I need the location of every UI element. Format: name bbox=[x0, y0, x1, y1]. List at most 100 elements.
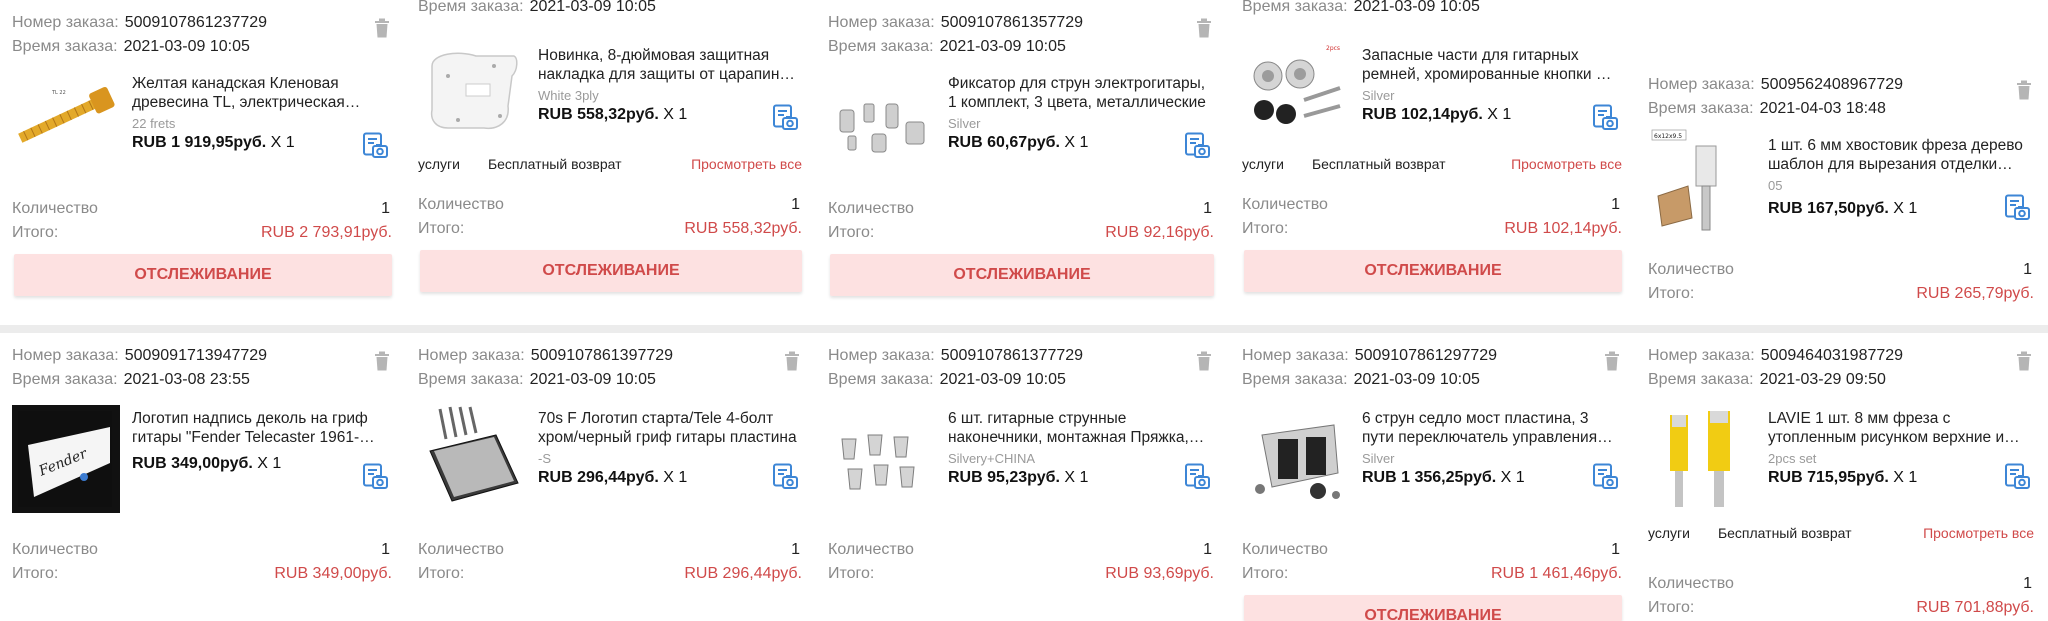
services-row: услуги Бесплатный возврат bbox=[1242, 156, 1446, 172]
order-number-value: 5009091713947729 bbox=[124, 347, 268, 364]
trash-icon[interactable] bbox=[1604, 351, 1620, 371]
quantity-value: 1 bbox=[2023, 575, 2032, 592]
product-variant: 22 frets bbox=[132, 116, 176, 131]
qty-multiplier: X 1 bbox=[1482, 106, 1512, 123]
order-time: Время заказа: 2021-04-03 18:48 bbox=[1648, 100, 1886, 118]
order-time-label: Время заказа: bbox=[12, 371, 118, 388]
qty-multiplier: X 1 bbox=[1888, 200, 1918, 217]
product-image[interactable] bbox=[418, 36, 526, 144]
total-label: Итого: bbox=[828, 565, 875, 582]
price-value: RUB 1 356,25руб. bbox=[1362, 469, 1497, 486]
invoice-icon[interactable] bbox=[2004, 194, 2030, 222]
trash-icon[interactable] bbox=[374, 351, 390, 371]
tracking-button[interactable]: ОТСЛЕЖИВАНИЕ bbox=[1244, 250, 1622, 292]
quantity-value: 1 bbox=[1203, 541, 1212, 558]
order-number-value: 5009464031987729 bbox=[1760, 347, 1904, 364]
services-row: услуги Бесплатный возврат bbox=[1648, 525, 1852, 541]
product-title[interactable]: 1 шт. 6 мм хвостовик фреза дерево шаблон… bbox=[1768, 136, 2030, 174]
invoice-icon[interactable] bbox=[362, 463, 388, 491]
free-return-label: Бесплатный возврат bbox=[1717, 525, 1852, 541]
order-number-value: 5009562408967729 bbox=[1760, 76, 1904, 93]
product-title[interactable]: Логотип надпись деколь на гриф гитары "F… bbox=[132, 409, 388, 447]
trash-icon[interactable] bbox=[374, 18, 390, 38]
invoice-icon[interactable] bbox=[1592, 104, 1618, 132]
trash-icon[interactable] bbox=[784, 351, 800, 371]
view-all-link[interactable]: Просмотреть все bbox=[691, 156, 802, 172]
services-label: услуги bbox=[1242, 156, 1284, 172]
order-time-value: 2021-03-09 10:05 bbox=[939, 371, 1066, 388]
invoice-icon[interactable] bbox=[1184, 132, 1210, 160]
order-number-label: Номер заказа: bbox=[12, 347, 119, 364]
total-value: RUB 1 461,46руб. bbox=[1490, 565, 1622, 582]
total-label: Итого: bbox=[418, 220, 465, 237]
trash-icon[interactable] bbox=[1196, 18, 1212, 38]
order-time-value: 2021-03-29 09:50 bbox=[1759, 371, 1886, 388]
product-variant: Silver bbox=[1362, 88, 1395, 103]
price-value: RUB 95,23руб. bbox=[948, 469, 1060, 486]
tracking-button[interactable]: ОТСЛЕЖИВАНИЕ bbox=[830, 254, 1214, 296]
product-image[interactable]: 6x12x9.5 bbox=[1648, 126, 1756, 234]
quantity-label: Количество bbox=[418, 541, 504, 558]
order-time-value: 2021-03-09 10:05 bbox=[529, 371, 656, 388]
total-label: Итого: bbox=[418, 565, 465, 582]
product-image[interactable] bbox=[418, 405, 526, 513]
order-number-label: Номер заказа: bbox=[1648, 347, 1755, 364]
product-title[interactable]: 6 струн седло мост пластина, 3 пути пере… bbox=[1362, 409, 1618, 447]
order-number-value: 5009107861377729 bbox=[940, 347, 1084, 364]
price-value: RUB 167,50руб. bbox=[1768, 200, 1889, 217]
product-image[interactable]: Fender bbox=[12, 405, 120, 513]
product-title[interactable]: 6 шт. гитарные струнные наконечники, мон… bbox=[948, 409, 1210, 447]
quantity-value: 1 bbox=[1611, 541, 1620, 558]
product-image[interactable] bbox=[1648, 405, 1756, 513]
quantity-label: Количество bbox=[418, 196, 504, 213]
product-image[interactable]: 2pcs bbox=[1242, 36, 1350, 144]
price-value: RUB 296,44руб. bbox=[538, 469, 659, 486]
row-divider bbox=[0, 325, 2048, 333]
invoice-icon[interactable] bbox=[772, 104, 798, 132]
order-number: Номер заказа: 5009107861297729 bbox=[1242, 347, 1497, 365]
product-image[interactable] bbox=[828, 405, 936, 513]
product-title[interactable]: Новинка, 8-дюймовая защитная накладка дл… bbox=[538, 46, 798, 84]
svg-text:6x12x9.5: 6x12x9.5 bbox=[1654, 133, 1682, 140]
order-time: Время заказа: 2021-03-09 10:05 bbox=[828, 38, 1066, 56]
price-value: RUB 349,00руб. bbox=[132, 455, 253, 472]
product-image[interactable] bbox=[1242, 405, 1350, 513]
order-number: Номер заказа: 5009107861397729 bbox=[418, 347, 673, 365]
total-value: RUB 92,16руб. bbox=[1105, 224, 1214, 241]
order-number-label: Номер заказа: bbox=[12, 14, 119, 31]
product-title[interactable]: Желтая канадская Кленовая древесина TL, … bbox=[132, 74, 388, 112]
tracking-button[interactable]: ОТСЛЕЖИВАНИЕ bbox=[14, 254, 392, 296]
product-title[interactable]: LAVIE 1 шт. 8 мм фреза с утопленным рису… bbox=[1768, 409, 2030, 447]
view-all-link[interactable]: Просмотреть все bbox=[1511, 156, 1622, 172]
invoice-icon[interactable] bbox=[772, 463, 798, 491]
product-title[interactable]: Запасные части для гитарных ремней, хром… bbox=[1362, 46, 1618, 84]
total-value: RUB 558,32руб. bbox=[684, 220, 802, 237]
order-card: Время заказа: 2021-03-09 10:05 Новинка, 8-… bbox=[406, 0, 816, 320]
order-card: Номер заказа: 5009107861357729 Время заказ… bbox=[816, 0, 1228, 320]
product-variant: 05 bbox=[1768, 178, 1783, 193]
product-title[interactable]: Фиксатор для струн электрогитары, 1 комп… bbox=[948, 74, 1210, 112]
invoice-icon[interactable] bbox=[362, 132, 388, 160]
product-title[interactable]: 70s F Логотип старта/Tele 4-болт хром/че… bbox=[538, 409, 798, 447]
order-time: Время заказа: 2021-03-09 10:05 bbox=[418, 371, 656, 389]
tracking-button[interactable]: ОТСЛЕЖИВАНИЕ bbox=[1244, 595, 1622, 621]
order-time-value: 2021-03-08 23:55 bbox=[123, 371, 250, 388]
product-image[interactable] bbox=[828, 64, 936, 172]
quantity-label: Количество bbox=[1648, 575, 1734, 592]
free-return-label: Бесплатный возврат bbox=[1311, 156, 1446, 172]
order-number: Номер заказа: 5009562408967729 bbox=[1648, 76, 1903, 94]
order-number-label: Номер заказа: bbox=[1242, 347, 1349, 364]
services-label: услуги bbox=[1648, 525, 1690, 541]
tracking-button[interactable]: ОТСЛЕЖИВАНИЕ bbox=[420, 250, 802, 292]
product-image[interactable]: TL 22 bbox=[12, 64, 120, 172]
view-all-link[interactable]: Просмотреть все bbox=[1923, 525, 2034, 541]
trash-icon[interactable] bbox=[1196, 351, 1212, 371]
invoice-icon[interactable] bbox=[1592, 463, 1618, 491]
trash-icon[interactable] bbox=[2016, 351, 2032, 371]
invoice-icon[interactable] bbox=[1184, 463, 1210, 491]
total-label: Итого: bbox=[1648, 285, 1695, 302]
price-value: RUB 715,95руб. bbox=[1768, 469, 1889, 486]
quantity-value: 1 bbox=[381, 541, 390, 558]
trash-icon[interactable] bbox=[2016, 80, 2032, 100]
invoice-icon[interactable] bbox=[2004, 463, 2030, 491]
